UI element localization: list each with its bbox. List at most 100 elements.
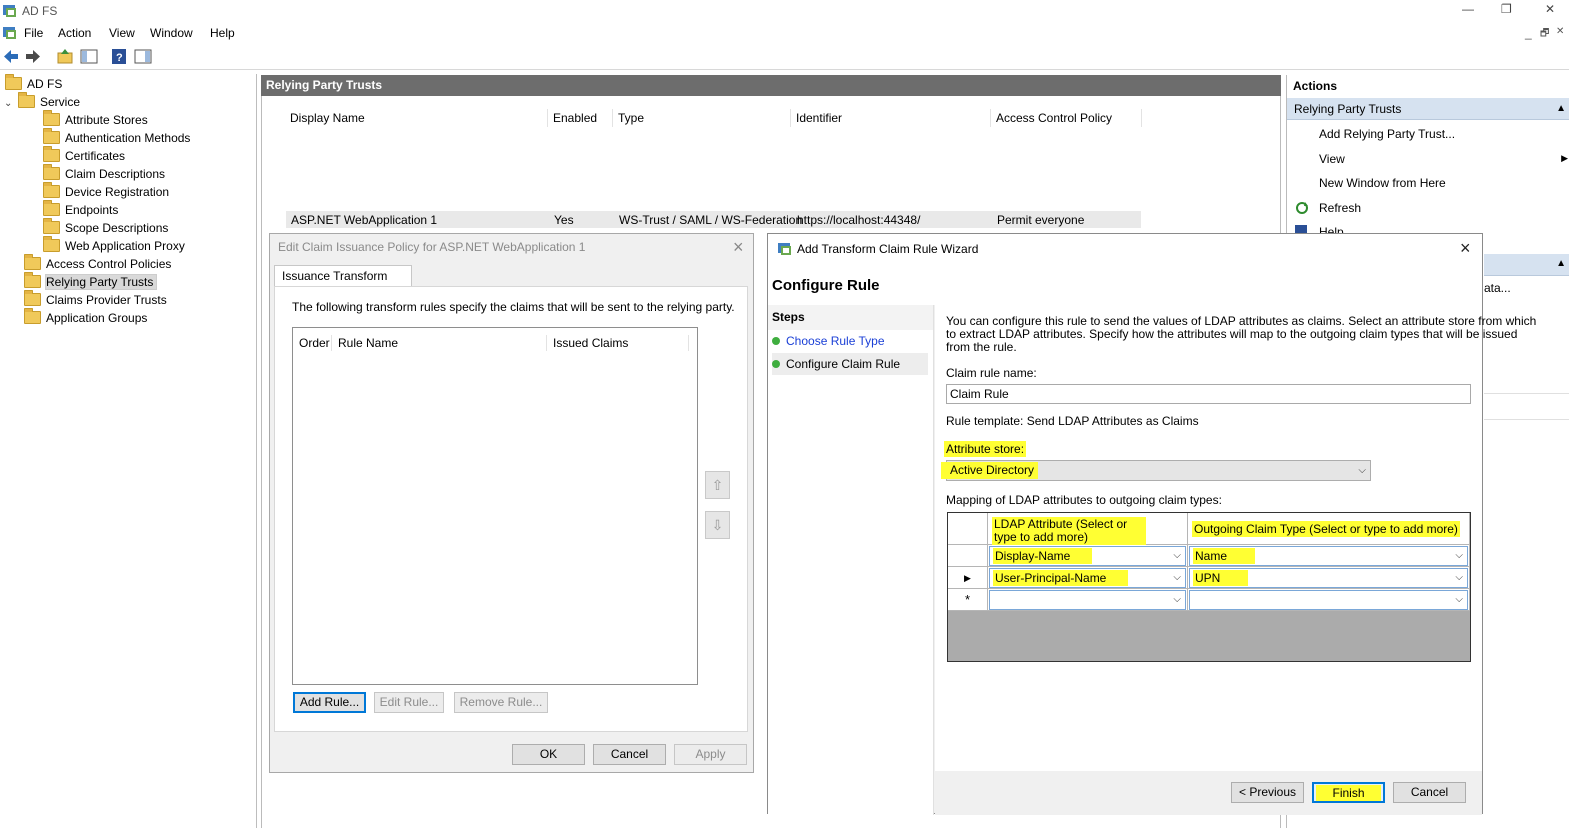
mapping-label: Mapping of LDAP attributes to outgoing c… bbox=[946, 493, 1222, 507]
inner-restore-button[interactable]: 🗗 bbox=[1540, 26, 1549, 43]
add-transform-claim-rule-wizard: Add Transform Claim Rule Wizard × Config… bbox=[767, 233, 1536, 815]
row-marker bbox=[948, 545, 988, 567]
wizard-steps-panel: Steps Choose Rule Type Configure Claim R… bbox=[768, 305, 934, 815]
menu-help[interactable]: Help bbox=[210, 26, 235, 40]
actions-section-relying-party-trusts[interactable]: Relying Party Trusts ▲ bbox=[1287, 98, 1569, 120]
rp-display-name: ASP.NET WebApplication 1 bbox=[291, 213, 438, 227]
dialog-title: Edit Claim Issuance Policy for ASP.NET W… bbox=[278, 240, 586, 254]
rp-type: WS-Trust / SAML / WS-Federation bbox=[619, 213, 803, 227]
move-down-button[interactable]: ⇩ bbox=[705, 511, 730, 539]
ldap-attribute-select[interactable]: ⌵ bbox=[989, 590, 1186, 610]
collapse-up-icon[interactable]: ▲ bbox=[1556, 258, 1566, 269]
intro-line-2: to extract LDAP attributes. Specify how … bbox=[946, 327, 1518, 341]
show-hide-tree-icon[interactable] bbox=[80, 48, 98, 65]
show-hide-action-pane-icon[interactable] bbox=[134, 48, 152, 65]
claim-type-select[interactable]: ⌵ bbox=[1189, 590, 1468, 610]
edit-rule-button[interactable]: Edit Rule... bbox=[374, 692, 444, 713]
rule-name-input[interactable]: Claim Rule bbox=[946, 384, 1471, 404]
column-order[interactable]: Order bbox=[293, 335, 332, 351]
forward-arrow-icon[interactable] bbox=[24, 48, 42, 65]
attribute-store-label: Attribute store: bbox=[944, 441, 1027, 457]
column-enabled[interactable]: Enabled bbox=[549, 109, 613, 127]
tree-node-scope-descriptions[interactable]: Scope Descriptions bbox=[43, 218, 168, 237]
grid-header-claim[interactable]: Outgoing Claim Type (Select or type to a… bbox=[1188, 513, 1470, 545]
ldap-attribute-select[interactable]: Display-Name ⌵ bbox=[989, 546, 1186, 566]
tree-node-web-application-proxy[interactable]: Web Application Proxy bbox=[43, 236, 185, 255]
attribute-store-select[interactable]: Active Directory ⌵ bbox=[941, 460, 1371, 481]
column-type[interactable]: Type bbox=[614, 109, 791, 127]
cancel-button[interactable]: Cancel bbox=[593, 744, 666, 765]
step-configure-claim-rule[interactable]: Configure Claim Rule bbox=[772, 353, 928, 375]
cancel-button[interactable]: Cancel bbox=[1393, 782, 1466, 803]
finish-button[interactable]: Finish bbox=[1312, 782, 1385, 803]
tree-node-application-groups[interactable]: Application Groups bbox=[24, 308, 147, 327]
minimize-button[interactable]: — bbox=[1462, 2, 1474, 16]
column-identifier[interactable]: Identifier bbox=[792, 109, 991, 127]
menu-action[interactable]: Action bbox=[58, 26, 91, 40]
menu-view[interactable]: View bbox=[109, 26, 135, 40]
chevron-down-icon[interactable]: ⌄ bbox=[4, 95, 18, 112]
ldap-cell: Display-Name ⌵ bbox=[988, 545, 1188, 567]
collapse-up-icon[interactable]: ▲ bbox=[1556, 98, 1566, 120]
tree-node-service[interactable]: ⌄ Service bbox=[4, 92, 80, 112]
chevron-down-icon: ⌵ bbox=[1358, 465, 1366, 476]
move-up-button[interactable]: ⇧ bbox=[705, 471, 730, 499]
folder-icon bbox=[43, 182, 60, 198]
wizard-app-icon bbox=[778, 243, 791, 255]
apply-button[interactable]: Apply bbox=[674, 744, 747, 765]
ldap-attribute-select[interactable]: User-Principal-Name ⌵ bbox=[989, 568, 1186, 588]
add-rule-button[interactable]: Add Rule... bbox=[293, 692, 366, 713]
up-folder-icon[interactable] bbox=[56, 48, 74, 65]
menu-file[interactable]: File bbox=[24, 26, 43, 40]
tree-node-relying-party-trusts[interactable]: Relying Party Trusts bbox=[24, 272, 158, 291]
close-icon[interactable]: × bbox=[1460, 239, 1471, 257]
previous-button[interactable]: < Previous bbox=[1231, 782, 1304, 803]
tree-node-claim-descriptions[interactable]: Claim Descriptions bbox=[43, 164, 165, 183]
chevron-down-icon: ⌵ bbox=[1455, 550, 1463, 561]
tree-node-adfs[interactable]: AD FS bbox=[5, 74, 62, 93]
inner-close-button[interactable]: ✕ bbox=[1556, 26, 1564, 37]
action-refresh[interactable]: Refresh bbox=[1319, 201, 1361, 215]
remove-rule-button[interactable]: Remove Rule... bbox=[454, 692, 548, 713]
column-rule-name[interactable]: Rule Name bbox=[332, 335, 547, 351]
action-help[interactable]: Help bbox=[1319, 225, 1344, 233]
wizard-header: Configure Rule bbox=[768, 263, 1482, 305]
menu-window[interactable]: Window bbox=[150, 26, 193, 40]
claim-type-select[interactable]: Name ⌵ bbox=[1189, 546, 1468, 566]
chevron-down-icon: ⌵ bbox=[1173, 594, 1181, 605]
claim-type-select[interactable]: UPN ⌵ bbox=[1189, 568, 1468, 588]
tree-node-certificates[interactable]: Certificates bbox=[43, 146, 125, 165]
tree-node-device-registration[interactable]: Device Registration bbox=[43, 182, 169, 201]
tree-node-endpoints[interactable]: Endpoints bbox=[43, 200, 118, 219]
close-icon[interactable]: × bbox=[733, 238, 744, 256]
grid-header-ldap[interactable]: LDAP Attribute (Select or type to add mo… bbox=[988, 513, 1188, 545]
actions-header: Actions bbox=[1293, 79, 1338, 93]
tree-node-authentication-methods[interactable]: Authentication Methods bbox=[43, 128, 190, 147]
arrow-up-icon: ⇧ bbox=[711, 477, 724, 493]
tree-node-attribute-stores[interactable]: Attribute Stores bbox=[43, 110, 148, 129]
column-issued-claims[interactable]: Issued Claims bbox=[547, 335, 689, 351]
action-add-relying-party-trust[interactable]: Add Relying Party Trust... bbox=[1319, 127, 1455, 141]
column-display-name[interactable]: Display Name bbox=[286, 109, 548, 127]
tab-issuance-transform-rules[interactable]: Issuance Transform Rules bbox=[274, 265, 412, 303]
action-partial[interactable]: ata... bbox=[1484, 281, 1511, 295]
back-arrow-icon[interactable] bbox=[2, 48, 20, 65]
tree-node-access-control-policies[interactable]: Access Control Policies bbox=[24, 254, 171, 273]
restore-button[interactable]: ❐ bbox=[1501, 2, 1512, 16]
inner-minimize-button[interactable]: _ bbox=[1525, 26, 1532, 40]
action-view[interactable]: View bbox=[1319, 152, 1345, 166]
actions-section-2[interactable]: ▲ bbox=[1484, 254, 1569, 276]
ok-button[interactable]: OK bbox=[512, 744, 585, 765]
rules-description: The following transform rules specify th… bbox=[292, 300, 735, 314]
close-button[interactable]: ✕ bbox=[1545, 2, 1555, 16]
step-choose-rule-type[interactable]: Choose Rule Type bbox=[772, 330, 928, 352]
svg-text:?: ? bbox=[116, 52, 123, 64]
action-new-window[interactable]: New Window from Here bbox=[1319, 176, 1446, 190]
tree-node-claims-provider-trusts[interactable]: Claims Provider Trusts bbox=[24, 290, 167, 309]
rules-list[interactable]: Order Rule Name Issued Claims bbox=[292, 327, 698, 685]
column-access-control-policy[interactable]: Access Control Policy bbox=[992, 109, 1142, 127]
chevron-down-icon: ⌵ bbox=[1173, 550, 1181, 561]
help-icon[interactable]: ? bbox=[110, 48, 128, 65]
folder-icon bbox=[18, 92, 35, 108]
folder-icon bbox=[24, 272, 41, 288]
